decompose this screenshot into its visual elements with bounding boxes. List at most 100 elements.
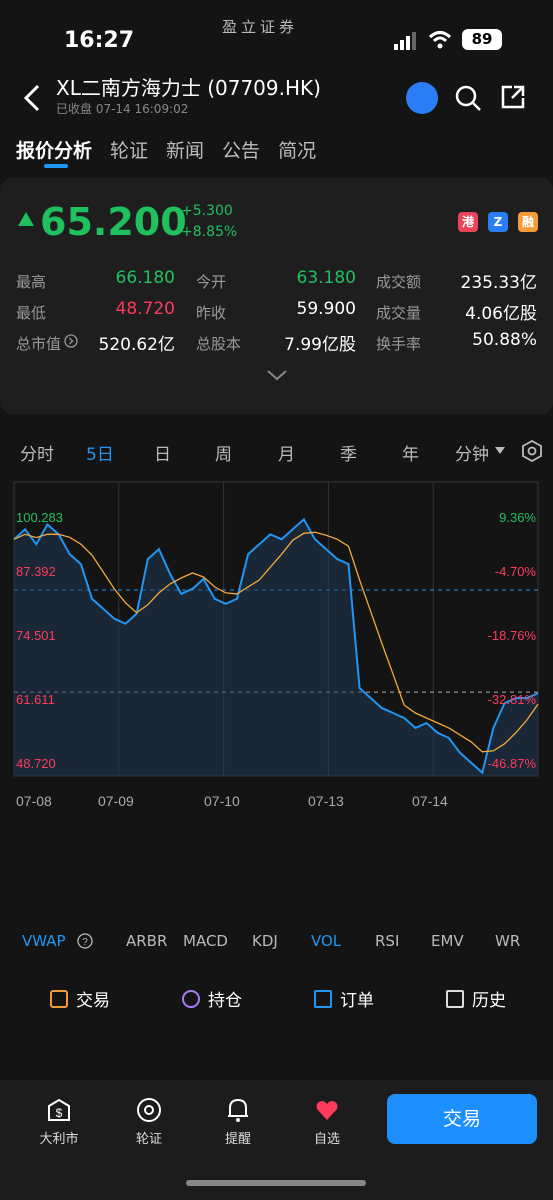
history-icon (446, 989, 464, 1008)
y-pct-tick-label: -46.87% (488, 756, 537, 771)
x-tick-label: 07-10 (204, 793, 240, 809)
x-tick-label: 07-13 (308, 793, 344, 809)
home-indicator (186, 1180, 366, 1186)
stock-title: XL二南方海力士 (07709.HK) (56, 76, 321, 100)
stat-label: 最高 (16, 273, 47, 291)
clock: 16:27 (64, 28, 135, 53)
tab-quarter[interactable]: 季 (340, 440, 357, 465)
battery-indicator: 89 (462, 29, 502, 50)
trade-action[interactable]: 交易 (50, 986, 110, 1011)
stat-label: 最低 (16, 304, 47, 322)
nav-label: 提醒 (224, 1132, 251, 1147)
market-status: 已收盘 07-14 16:09:02 (56, 102, 189, 116)
holdings-icon (182, 989, 200, 1008)
tab-announcements[interactable]: 公告 (222, 136, 260, 163)
wifi-icon (428, 31, 452, 49)
y-pct-tick-label: -32.81% (488, 692, 537, 707)
stat-label: 总股本 (196, 335, 242, 353)
price-chart[interactable]: 100.283 87.392 74.501 61.611 48.720 9.36% -4.7… (0, 476, 553, 836)
x-tick-label: 07-14 (412, 793, 448, 809)
active-tab-indicator (44, 164, 68, 168)
action-label: 历史 (472, 991, 506, 1011)
signal-icon (394, 32, 416, 50)
tab-vwap[interactable]: VWAP (22, 932, 66, 950)
tab-arbr[interactable]: ARBR (126, 932, 167, 950)
hk-badge: 港 (458, 212, 478, 232)
orders-action[interactable]: 订单 (314, 986, 374, 1011)
y-tick-label: 48.720 (16, 756, 56, 771)
nav-label: 自选 (313, 1132, 340, 1147)
orders-icon (314, 989, 332, 1008)
history-action[interactable]: 历史 (446, 986, 506, 1011)
y-pct-tick-label: -4.70% (495, 564, 537, 579)
tab-warrants[interactable]: 轮证 (110, 136, 148, 163)
tab-vol[interactable]: VOL (311, 932, 341, 950)
period-tabs: 分时 5日 日 周 月 季 年 分钟 (0, 440, 553, 465)
tab-emv[interactable]: EMV (431, 932, 464, 950)
expand-chevron-icon[interactable] (266, 368, 288, 382)
up-arrow-icon (18, 212, 34, 226)
y-tick-label: 61.611 (16, 692, 55, 707)
dropdown-triangle-icon[interactable] (494, 446, 506, 456)
nav-watchlist[interactable]: 自选 (297, 1096, 357, 1147)
action-label: 持仓 (208, 991, 242, 1011)
holdings-action[interactable]: 持仓 (182, 986, 242, 1011)
stat-value: 63.180 (296, 268, 356, 288)
tab-year[interactable]: 年 (402, 440, 419, 465)
nav-label: 轮证 (135, 1132, 162, 1147)
robot-assistant-icon[interactable] (406, 82, 438, 114)
nav-dalishi[interactable]: $ 大利市 (29, 1096, 89, 1147)
y-tick-label: 87.392 (16, 564, 56, 579)
tab-macd[interactable]: MACD (183, 932, 228, 950)
price-change-percent: +8.85% (181, 224, 238, 240)
tab-intraday[interactable]: 分时 (20, 440, 54, 465)
tab-day[interactable]: 日 (154, 440, 171, 465)
trade-icon (50, 989, 68, 1008)
stat-value: 235.33亿 (460, 273, 537, 293)
trade-button[interactable]: 交易 (387, 1094, 537, 1144)
tab-month[interactable]: 月 (278, 440, 295, 465)
x-tick-label: 07-08 (16, 793, 52, 809)
margin-badge: 融 (518, 212, 538, 232)
stat-value: 4.06亿股 (465, 304, 537, 324)
action-label: 交易 (76, 991, 110, 1011)
status-bar: 16:27 盈立证券 89 (0, 0, 553, 80)
tab-quote-analysis[interactable]: 报价分析 (16, 136, 92, 163)
stat-value: 66.180 (115, 268, 175, 288)
share-icon[interactable] (500, 84, 526, 110)
info-icon[interactable] (64, 334, 78, 348)
tab-wr[interactable]: WR (495, 932, 520, 950)
tab-kdj[interactable]: KDJ (252, 932, 278, 950)
warrant-cycle-icon (137, 1098, 161, 1122)
heart-icon (316, 1101, 338, 1120)
top-tabs: 报价分析 轮证 新闻 公告 简况 (16, 136, 316, 163)
bag-dollar-icon: $ (48, 1098, 70, 1121)
stat-label: 今开 (196, 273, 227, 291)
nav-alerts[interactable]: 提醒 (208, 1096, 268, 1147)
nav-label: 大利市 (39, 1132, 79, 1147)
last-price: 65.200 (40, 200, 187, 244)
price-change: +5.300 (181, 203, 233, 219)
x-tick-label: 07-09 (98, 793, 134, 809)
bell-icon (228, 1098, 248, 1122)
help-icon[interactable]: ? (77, 933, 93, 949)
back-icon[interactable] (22, 84, 42, 112)
stat-value: 7.99亿股 (284, 335, 356, 355)
tab-minute[interactable]: 分钟 (455, 440, 489, 465)
tab-overview[interactable]: 简况 (278, 136, 316, 163)
price-area (14, 519, 538, 776)
stat-label: 总市值 (16, 335, 62, 353)
svg-text:?: ? (82, 937, 88, 948)
nav-warrants[interactable]: 轮证 (119, 1096, 179, 1147)
search-icon[interactable] (454, 84, 482, 112)
stat-value: 59.900 (296, 299, 356, 319)
tab-5day[interactable]: 5日 (86, 440, 114, 465)
settings-icon[interactable] (521, 440, 543, 462)
tab-week[interactable]: 周 (215, 440, 232, 465)
brand-label: 盈立证券 (222, 18, 299, 36)
tab-rsi[interactable]: RSI (375, 932, 399, 950)
y-tick-label: 74.501 (16, 628, 56, 643)
stat-value: 48.720 (115, 299, 175, 319)
y-pct-tick-label: -18.76% (488, 628, 537, 643)
tab-news[interactable]: 新闻 (166, 136, 204, 163)
